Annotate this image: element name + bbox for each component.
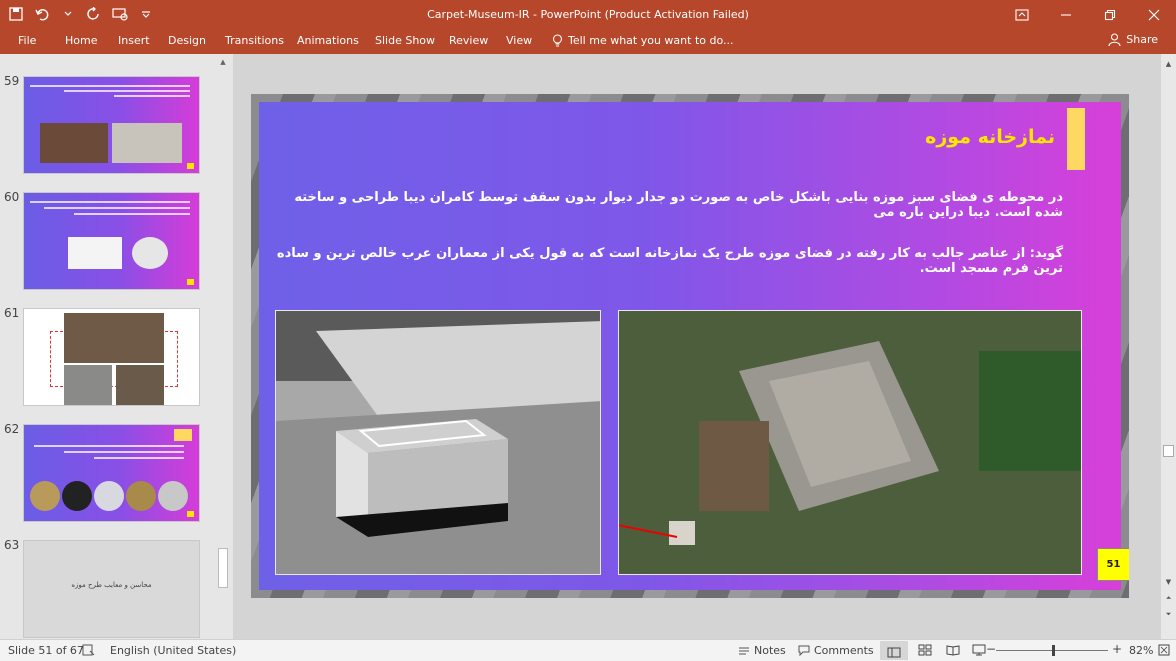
- thumbnail-slide-60[interactable]: [23, 192, 200, 290]
- slide-counter: Slide 51 of 67: [8, 644, 84, 657]
- person-icon: [1108, 33, 1121, 46]
- tell-me-text: Tell me what you want to do...: [568, 34, 734, 47]
- aerial-view-photo[interactable]: [618, 310, 1082, 575]
- language-indicator[interactable]: English (United States): [110, 644, 236, 657]
- close-icon[interactable]: [1132, 0, 1176, 30]
- maximize-icon[interactable]: [1088, 0, 1132, 30]
- slide-editor: نمازخانه موزه در محوطه ی فضای سبز موزه ب…: [233, 54, 1161, 639]
- zoom-in-icon[interactable]: +: [1112, 642, 1122, 656]
- thumbnail-slide-59[interactable]: [23, 76, 200, 174]
- comments-button[interactable]: Comments: [798, 644, 874, 657]
- prayer-room-photo[interactable]: [275, 310, 601, 575]
- scroll-down-icon[interactable]: ▼: [1163, 578, 1174, 589]
- window-controls: [1000, 0, 1176, 30]
- slide-content[interactable]: نمازخانه موزه در محوطه ی فضای سبز موزه ب…: [259, 102, 1129, 590]
- tab-review[interactable]: Review: [449, 34, 488, 47]
- comments-label: Comments: [814, 644, 874, 657]
- tab-slide-show[interactable]: Slide Show: [375, 34, 435, 47]
- thumb-number-63: 63: [4, 538, 20, 552]
- scroll-up-icon[interactable]: ▲: [1163, 60, 1174, 71]
- page-number-badge: 51: [1097, 548, 1129, 581]
- thumb-number-62: 62: [4, 422, 20, 436]
- zoom-slider-thumb[interactable]: [1052, 645, 1055, 656]
- title-accent-box: [1067, 108, 1085, 170]
- thumbnail-63-text: محاسن و معایب طرح موزه: [71, 581, 152, 589]
- tab-home[interactable]: Home: [65, 34, 97, 47]
- tab-file[interactable]: File: [18, 34, 36, 47]
- comment-icon: [798, 645, 810, 656]
- editor-scroll-thumb[interactable]: [1163, 445, 1174, 457]
- thumbnail-slide-61[interactable]: [23, 308, 200, 406]
- reading-view-icon[interactable]: [946, 644, 960, 656]
- thumbnail-scrollbar[interactable]: ▲: [216, 54, 230, 639]
- ribbon-tabs: File Home Insert Design Transitions Anim…: [0, 30, 1176, 54]
- scroll-up-icon[interactable]: ▲: [218, 58, 228, 68]
- tell-me-search[interactable]: Tell me what you want to do...: [552, 34, 734, 47]
- next-slide-icon[interactable]: ⏷: [1163, 610, 1174, 621]
- fit-to-window-icon[interactable]: [1158, 644, 1170, 656]
- notes-label: Notes: [754, 644, 786, 657]
- slide-thumbnail-pane: 59 60 61 62 63 محاسن و معایب طرح موزه ▲: [0, 54, 233, 639]
- thumb-number-60: 60: [4, 190, 20, 204]
- tab-design[interactable]: Design: [168, 34, 206, 47]
- thumbnail-slide-63[interactable]: محاسن و معایب طرح موزه: [23, 540, 200, 638]
- share-button[interactable]: Share: [1108, 33, 1158, 46]
- thumbnail-scroll-thumb[interactable]: [218, 548, 228, 588]
- notes-button[interactable]: Notes: [738, 644, 786, 657]
- slide-canvas[interactable]: نمازخانه موزه در محوطه ی فضای سبز موزه ب…: [251, 94, 1129, 598]
- thumbnail-slide-62[interactable]: [23, 424, 200, 522]
- tab-animations[interactable]: Animations: [297, 34, 359, 47]
- slide-body-line-1[interactable]: در محوطه ی فضای سبز موزه بنایی باشکل خاص…: [263, 190, 1063, 220]
- slide-title[interactable]: نمازخانه موزه: [925, 126, 1055, 148]
- minimize-icon[interactable]: [1044, 0, 1088, 30]
- lightbulb-icon: [552, 34, 563, 47]
- slideshow-view-icon[interactable]: [972, 644, 986, 656]
- status-bar: Slide 51 of 67 English (United States) N…: [0, 639, 1176, 661]
- ribbon-display-options-icon[interactable]: [1000, 0, 1044, 30]
- slide-sorter-icon[interactable]: [918, 644, 932, 656]
- editor-scrollbar[interactable]: ▲ ▼ ⏶ ⏷: [1161, 54, 1176, 639]
- zoom-level[interactable]: 82%: [1129, 644, 1153, 657]
- previous-slide-icon[interactable]: ⏶: [1163, 594, 1174, 605]
- spellcheck-icon[interactable]: [82, 644, 95, 656]
- title-bar: Carpet-Museum-IR - PowerPoint (Product A…: [0, 0, 1176, 30]
- tab-transitions[interactable]: Transitions: [225, 34, 284, 47]
- share-label: Share: [1126, 33, 1158, 46]
- normal-view-icon[interactable]: [880, 641, 908, 660]
- tab-insert[interactable]: Insert: [118, 34, 150, 47]
- zoom-out-icon[interactable]: −: [986, 642, 996, 656]
- notes-icon: [739, 647, 749, 655]
- slide-body-line-2[interactable]: گوید: از عناصر جالب به کار رفته در فضای …: [263, 246, 1063, 276]
- thumb-number-61: 61: [4, 306, 20, 320]
- thumb-number-59: 59: [4, 74, 20, 88]
- tab-view[interactable]: View: [506, 34, 532, 47]
